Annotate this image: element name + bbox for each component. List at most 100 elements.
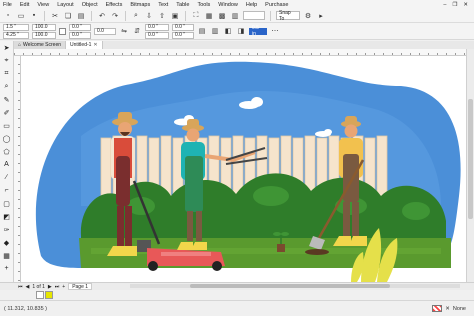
document-page[interactable] <box>21 56 466 282</box>
menu-effects[interactable]: Effects <box>106 2 123 8</box>
cut-icon[interactable]: ✂ <box>50 11 60 21</box>
menu-table[interactable]: Table <box>176 2 189 8</box>
horizontal-ruler[interactable] <box>14 49 466 56</box>
save-icon[interactable]: ▪ <box>29 11 39 21</box>
scale-y-field[interactable]: 0.0 " <box>69 31 91 39</box>
tab-untitled-1[interactable]: Untitled-1 ✕ <box>66 41 103 49</box>
tab-welcome-screen[interactable]: ⌂ Welcome Screen <box>14 41 67 49</box>
paste-icon[interactable]: ▤ <box>76 11 86 21</box>
export-icon[interactable]: ⇧ <box>157 11 167 21</box>
lock-ratio-icon[interactable] <box>59 27 66 35</box>
more-icon[interactable]: ⋯ <box>270 26 280 36</box>
text-tool-icon[interactable]: A <box>2 160 12 169</box>
guidelines-icon[interactable]: ▥ <box>230 11 240 21</box>
launch-icon[interactable]: ▸ <box>316 11 326 21</box>
restore-icon[interactable]: ❐ <box>452 2 457 8</box>
horizontal-scroll-thumb[interactable] <box>190 284 390 288</box>
scale-y-value: 0.0 " <box>72 32 83 38</box>
snap-to-dropdown[interactable]: Snap To <box>276 10 300 22</box>
connector-tool-icon[interactable]: ⌐ <box>2 186 12 195</box>
search-icon[interactable]: ⌕ <box>131 11 141 21</box>
menu-window[interactable]: Window <box>218 2 238 8</box>
vertical-scrollbar[interactable] <box>466 49 474 282</box>
page-tab-1[interactable]: Page 1 <box>68 283 93 290</box>
mirror-vertical-icon[interactable]: ⇵ <box>132 26 142 36</box>
next-page-icon[interactable]: ▶ <box>48 284 52 290</box>
full-screen-icon[interactable]: ⛶ <box>191 11 201 21</box>
transparency-tool-icon[interactable]: ◩ <box>2 212 12 221</box>
prev-page-icon[interactable]: ◀ <box>26 284 30 290</box>
shape-tool-icon[interactable]: ⌖ <box>2 56 12 65</box>
nudge-value-1: 0.0 " <box>175 24 186 30</box>
pick-tool-icon[interactable]: ➤ <box>2 43 12 52</box>
artistic-media-icon[interactable]: ✐ <box>2 108 12 117</box>
drop-shadow-icon[interactable]: ▢ <box>2 199 12 208</box>
eyedropper-icon[interactable]: ✑ <box>2 225 12 234</box>
x-position-field[interactable]: 1.5 " <box>3 23 29 31</box>
ellipse-tool-icon[interactable]: ◯ <box>2 134 12 143</box>
height-field[interactable]: 100.0 <box>32 31 56 39</box>
menu-text[interactable]: Text <box>158 2 168 8</box>
fill-info[interactable]: ✕ None <box>432 305 466 312</box>
menu-view[interactable]: View <box>37 2 49 8</box>
menu-file[interactable]: File <box>3 2 12 8</box>
menu-help[interactable]: Help <box>246 2 257 8</box>
zoom-dropdown[interactable] <box>243 11 265 20</box>
zoom-tool-icon[interactable]: ⌕ <box>2 82 12 91</box>
first-page-icon[interactable]: ⏮ <box>18 284 23 290</box>
add-tool-icon[interactable]: + <box>2 264 12 273</box>
polygon-tool-icon[interactable]: ⬠ <box>2 147 12 156</box>
scale-x-field[interactable]: 0.0 " <box>69 23 91 31</box>
redo-icon[interactable]: ↷ <box>110 11 120 21</box>
align-icon[interactable]: ▤ <box>197 26 207 36</box>
tab-close-icon[interactable]: ✕ <box>93 42 97 48</box>
arrange-icon[interactable]: ▥ <box>210 26 220 36</box>
cursor-coordinates: ( 11.312, 10.835 ) <box>4 305 48 312</box>
minimize-icon[interactable]: – <box>443 2 446 8</box>
scale-fields: 0.0 " 0.0 " <box>69 23 91 39</box>
parallel-dimension-icon[interactable]: ∕ <box>2 173 12 182</box>
horizontal-scrollbar[interactable] <box>130 284 460 288</box>
garden-illustration[interactable] <box>21 56 466 282</box>
publish-pdf-icon[interactable]: ▣ <box>170 11 180 21</box>
nudge-field-1[interactable]: 0.0 " <box>172 23 194 31</box>
menu-edit[interactable]: Edit <box>20 2 29 8</box>
interactive-fill-icon[interactable]: ◆ <box>2 238 12 247</box>
settings-icon[interactable]: ⚙ <box>303 11 313 21</box>
menu-layout[interactable]: Layout <box>57 2 74 8</box>
rectangle-tool-icon[interactable]: ▭ <box>2 121 12 130</box>
palette-swatch[interactable] <box>36 291 44 299</box>
new-document-icon[interactable]: ▫ <box>3 11 13 21</box>
document-tab-bar: ⌂ Welcome Screen Untitled-1 ✕ <box>14 41 474 49</box>
freehand-tool-icon[interactable]: ✎ <box>2 95 12 104</box>
nudge-field-2[interactable]: 0.0 " <box>172 31 194 39</box>
offset-x-field[interactable]: 0.0 " <box>145 23 169 31</box>
vertical-scroll-thumb[interactable] <box>468 99 473 219</box>
menu-bitmaps[interactable]: Bitmaps <box>130 2 150 8</box>
menu-tools[interactable]: Tools <box>197 2 210 8</box>
add-page-icon[interactable]: + <box>62 284 65 290</box>
weld-icon[interactable]: ◧ <box>223 26 233 36</box>
copy-icon[interactable]: ❏ <box>63 11 73 21</box>
y-position-field[interactable]: 4.25 " <box>3 31 29 39</box>
close-icon[interactable]: ✕ <box>463 2 468 8</box>
trim-icon[interactable]: ◨ <box>236 26 246 36</box>
palette-swatch[interactable] <box>45 291 53 299</box>
vertical-ruler[interactable] <box>14 56 21 282</box>
offset-y-field[interactable]: 0.0 " <box>145 31 169 39</box>
undo-icon[interactable]: ↶ <box>97 11 107 21</box>
mirror-horizontal-icon[interactable]: ⇋ <box>119 26 129 36</box>
open-icon[interactable]: ▭ <box>16 11 26 21</box>
menu-object[interactable]: Object <box>82 2 98 8</box>
grid-icon[interactable]: ▩ <box>217 11 227 21</box>
last-page-icon[interactable]: ⏭ <box>55 284 60 290</box>
width-field[interactable]: 100.0 <box>32 23 56 31</box>
menu-purchase[interactable]: Purchase <box>265 2 288 8</box>
crop-tool-icon[interactable]: ⌗ <box>2 69 12 78</box>
smart-fill-icon[interactable]: ▦ <box>2 251 12 260</box>
import-icon[interactable]: ⇩ <box>144 11 154 21</box>
drawing-canvas[interactable] <box>21 56 466 282</box>
rulers-icon[interactable]: ▦ <box>204 11 214 21</box>
outline-width-field[interactable]: 0.5 in <box>249 25 267 37</box>
rotation-angle-field[interactable]: 0.0 <box>94 27 116 35</box>
